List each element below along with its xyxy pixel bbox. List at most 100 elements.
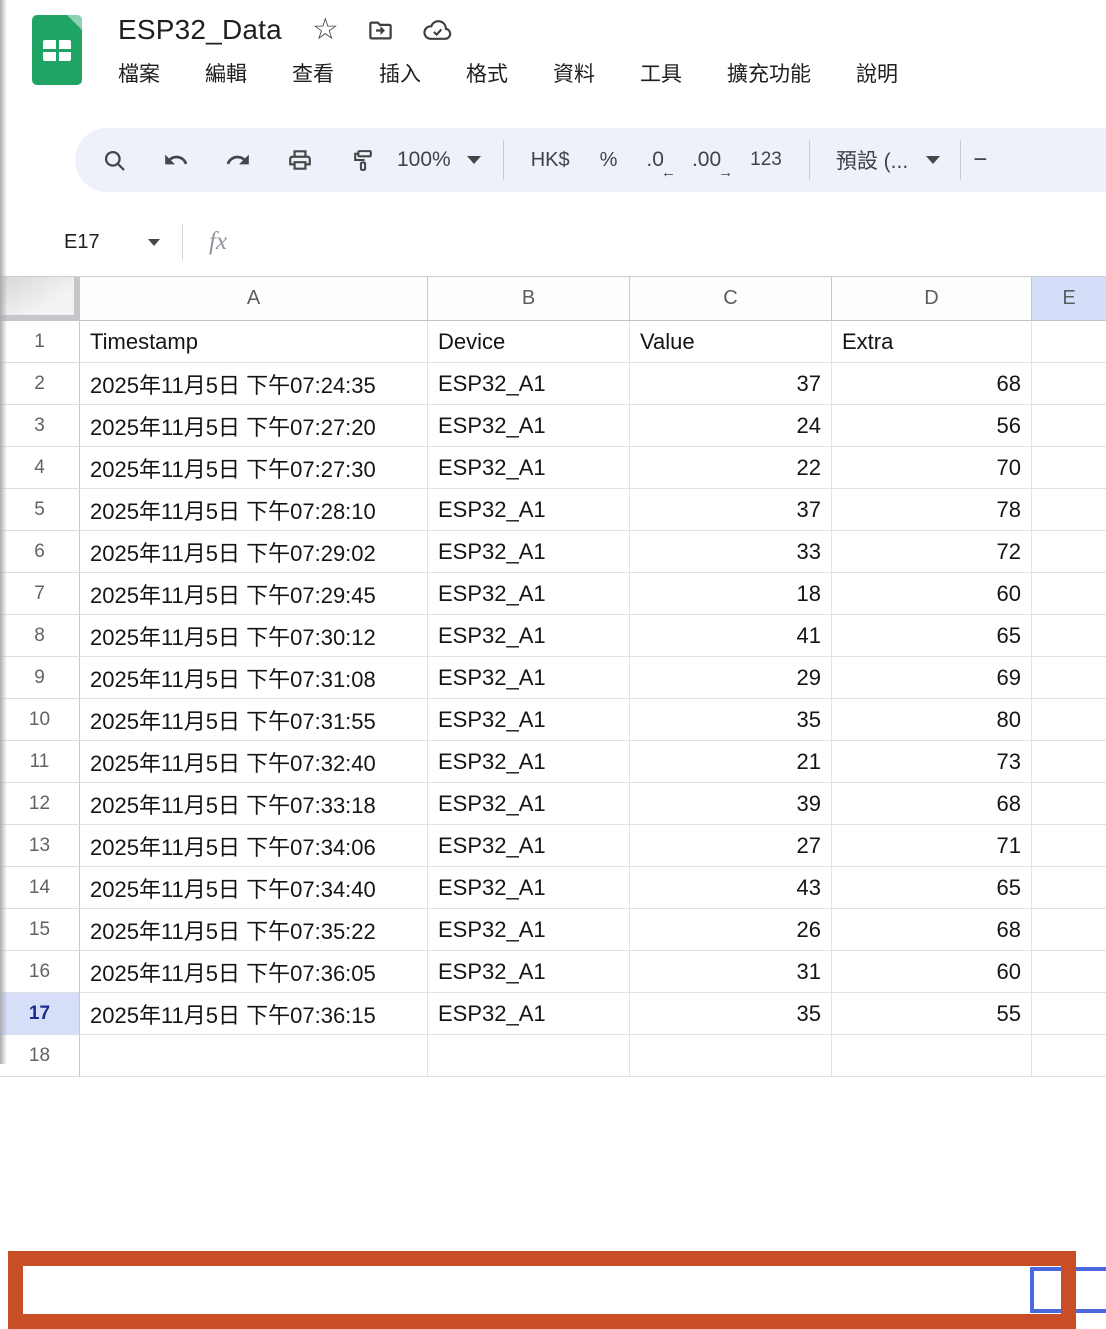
- row-header[interactable]: 17: [0, 993, 80, 1035]
- cell-value[interactable]: 31: [630, 951, 832, 993]
- row-header[interactable]: 5: [0, 489, 80, 531]
- cell-empty[interactable]: [1032, 867, 1106, 909]
- cell-value[interactable]: 35: [630, 699, 832, 741]
- cell-value[interactable]: 24: [630, 405, 832, 447]
- cell-empty[interactable]: [1032, 783, 1106, 825]
- cell-device[interactable]: ESP32_A1: [428, 489, 630, 531]
- row-header[interactable]: 3: [0, 405, 80, 447]
- cell-timestamp[interactable]: Timestamp: [80, 321, 428, 363]
- column-header-B[interactable]: B: [428, 277, 630, 321]
- cell-timestamp[interactable]: 2025年11月5日 下午07:33:18: [80, 783, 428, 825]
- row-header[interactable]: 7: [0, 573, 80, 615]
- print-button[interactable]: [269, 136, 331, 184]
- cell-timestamp[interactable]: 2025年11月5日 下午07:31:08: [80, 657, 428, 699]
- increase-decimal-button[interactable]: .00→: [678, 148, 735, 172]
- cell-timestamp[interactable]: 2025年11月5日 下午07:28:10: [80, 489, 428, 531]
- cell-empty[interactable]: [1032, 993, 1106, 1035]
- cell-extra[interactable]: 69: [832, 657, 1032, 699]
- cell-device[interactable]: ESP32_A1: [428, 909, 630, 951]
- cell-device[interactable]: ESP32_A1: [428, 993, 630, 1035]
- search-button[interactable]: [83, 136, 145, 184]
- cell-extra[interactable]: 70: [832, 447, 1032, 489]
- cell-timestamp[interactable]: 2025年11月5日 下午07:32:40: [80, 741, 428, 783]
- column-header-A[interactable]: A: [80, 277, 428, 321]
- cell-extra[interactable]: 73: [832, 741, 1032, 783]
- cell-empty[interactable]: [1032, 321, 1106, 363]
- row-header[interactable]: 18: [0, 1035, 80, 1077]
- percent-format-button[interactable]: %: [585, 149, 633, 172]
- column-header-C[interactable]: C: [630, 277, 832, 321]
- row-header[interactable]: 6: [0, 531, 80, 573]
- cell-device[interactable]: ESP32_A1: [428, 825, 630, 867]
- cell-value[interactable]: 43: [630, 867, 832, 909]
- cell-value[interactable]: 21: [630, 741, 832, 783]
- cell-extra[interactable]: [832, 1035, 1032, 1077]
- cell-value[interactable]: 37: [630, 489, 832, 531]
- row-header[interactable]: 1: [0, 321, 80, 363]
- menu-help[interactable]: 說明: [856, 58, 898, 88]
- cell-timestamp[interactable]: 2025年11月5日 下午07:24:35: [80, 363, 428, 405]
- cell-value[interactable]: 26: [630, 909, 832, 951]
- name-box[interactable]: E17: [64, 231, 148, 254]
- cell-extra[interactable]: 65: [832, 867, 1032, 909]
- cell-value[interactable]: 37: [630, 363, 832, 405]
- cell-empty[interactable]: [1032, 531, 1106, 573]
- column-header-E[interactable]: E: [1032, 277, 1106, 321]
- row-header[interactable]: 4: [0, 447, 80, 489]
- cell-extra[interactable]: 68: [832, 909, 1032, 951]
- menu-view[interactable]: 查看: [292, 58, 334, 88]
- row-header[interactable]: 15: [0, 909, 80, 951]
- document-title[interactable]: ESP32_Data: [118, 14, 282, 46]
- row-header[interactable]: 14: [0, 867, 80, 909]
- cell-extra[interactable]: 55: [832, 993, 1032, 1035]
- more-formats-button[interactable]: 123: [735, 149, 797, 171]
- cell-extra[interactable]: 68: [832, 783, 1032, 825]
- cell-device[interactable]: ESP32_A1: [428, 405, 630, 447]
- cell-extra[interactable]: 78: [832, 489, 1032, 531]
- cell-value[interactable]: 18: [630, 573, 832, 615]
- cell-empty[interactable]: [1032, 1035, 1106, 1077]
- row-header[interactable]: 9: [0, 657, 80, 699]
- cell-device[interactable]: [428, 1035, 630, 1077]
- menu-insert[interactable]: 插入: [379, 58, 421, 88]
- paint-format-button[interactable]: [331, 136, 393, 184]
- menu-edit[interactable]: 編輯: [205, 58, 247, 88]
- cell-value[interactable]: 27: [630, 825, 832, 867]
- row-header[interactable]: 2: [0, 363, 80, 405]
- cell-empty[interactable]: [1032, 699, 1106, 741]
- formula-input[interactable]: [227, 212, 1106, 272]
- cell-value[interactable]: 35: [630, 993, 832, 1035]
- cell-extra[interactable]: 65: [832, 615, 1032, 657]
- cell-device[interactable]: ESP32_A1: [428, 657, 630, 699]
- undo-button[interactable]: [145, 136, 207, 184]
- cell-timestamp[interactable]: 2025年11月5日 下午07:31:55: [80, 699, 428, 741]
- cell-device[interactable]: ESP32_A1: [428, 447, 630, 489]
- cell-empty[interactable]: [1032, 615, 1106, 657]
- row-header[interactable]: 11: [0, 741, 80, 783]
- cell-device[interactable]: ESP32_A1: [428, 363, 630, 405]
- cell-empty[interactable]: [1032, 573, 1106, 615]
- menu-file[interactable]: 檔案: [118, 58, 160, 88]
- cell-empty[interactable]: [1032, 741, 1106, 783]
- cell-value[interactable]: 22: [630, 447, 832, 489]
- cell-value[interactable]: Value: [630, 321, 832, 363]
- cell-device[interactable]: ESP32_A1: [428, 951, 630, 993]
- cell-empty[interactable]: [1032, 909, 1106, 951]
- sheets-logo[interactable]: [32, 15, 82, 85]
- select-all-corner[interactable]: [0, 277, 80, 321]
- font-selector[interactable]: 預設 (...: [822, 145, 948, 175]
- cell-device[interactable]: ESP32_A1: [428, 573, 630, 615]
- cell-extra[interactable]: 71: [832, 825, 1032, 867]
- row-header[interactable]: 16: [0, 951, 80, 993]
- cell-timestamp[interactable]: 2025年11月5日 下午07:34:40: [80, 867, 428, 909]
- menu-format[interactable]: 格式: [466, 58, 508, 88]
- cell-timestamp[interactable]: 2025年11月5日 下午07:27:30: [80, 447, 428, 489]
- zoom-control[interactable]: 100%: [393, 148, 491, 172]
- cell-value[interactable]: 41: [630, 615, 832, 657]
- cell-timestamp[interactable]: 2025年11月5日 下午07:34:06: [80, 825, 428, 867]
- cell-timestamp[interactable]: 2025年11月5日 下午07:36:15: [80, 993, 428, 1035]
- move-folder-icon[interactable]: [367, 17, 394, 44]
- cell-extra[interactable]: 80: [832, 699, 1032, 741]
- decrease-decimal-button[interactable]: .0←: [632, 148, 678, 172]
- cell-timestamp[interactable]: 2025年11月5日 下午07:29:45: [80, 573, 428, 615]
